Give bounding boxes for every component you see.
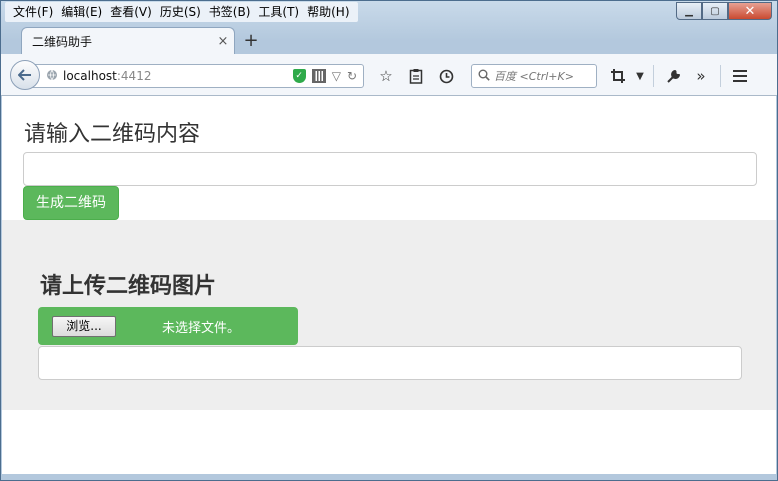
tab-close-icon[interactable]: × — [212, 34, 234, 49]
clock-icon[interactable] — [433, 64, 459, 88]
search-icon — [478, 69, 490, 84]
decoded-result-field[interactable] — [38, 346, 742, 380]
tab-strip: 二维码助手 × + — [1, 23, 777, 55]
browser-window: 文件(F) 编辑(E) 查看(V) 历史(S) 书签(B) 工具(T) 帮助(H… — [0, 0, 778, 481]
url-bar-icons: ✓ ▽ ↻ — [292, 67, 357, 85]
file-status-text: 未选择文件。 — [162, 321, 241, 336]
close-window-button[interactable]: ✕ — [728, 2, 772, 20]
toolbar-icons: ☆ — [373, 64, 459, 88]
shield-check-icon[interactable]: ✓ — [292, 69, 306, 83]
qr-content-input[interactable] — [23, 152, 757, 186]
back-button[interactable] — [10, 60, 40, 90]
url-bar[interactable]: localhost:4412 ✓ ▽ ↻ — [29, 64, 364, 88]
crop-icon[interactable] — [605, 64, 631, 88]
clipboard-icon[interactable] — [403, 64, 429, 88]
page-content: 请输入二维码内容 生成二维码 请上传二维码图片 浏览... 未选择文件。 — [2, 96, 776, 474]
menu-history[interactable]: 历史(S) — [156, 2, 205, 22]
triangle-down-icon[interactable]: ▽ — [332, 69, 341, 83]
tab-qr-helper[interactable]: 二维码助手 × — [21, 27, 235, 55]
generate-heading: 请输入二维码内容 — [24, 122, 201, 147]
menu-view[interactable]: 查看(V) — [106, 2, 156, 22]
new-tab-button[interactable]: + — [241, 31, 261, 51]
tab-title: 二维码助手 — [32, 35, 93, 49]
close-icon: ✕ — [744, 3, 756, 19]
arrow-left-icon — [17, 66, 32, 85]
upload-heading: 请上传二维码图片 — [40, 274, 217, 299]
hamburger-menu-icon[interactable] — [727, 64, 753, 88]
window-controls: ▁ ▢ ✕ — [676, 2, 772, 20]
menu-bar: 文件(F) 编辑(E) 查看(V) 历史(S) 书签(B) 工具(T) 帮助(H… — [5, 2, 358, 22]
chevron-down-icon[interactable]: ▼ — [633, 64, 647, 88]
minimize-icon: ▁ — [685, 5, 693, 17]
menu-edit[interactable]: 编辑(E) — [57, 2, 106, 22]
minimize-button[interactable]: ▁ — [676, 2, 702, 20]
search-bar[interactable]: 百度 <Ctrl+K> — [471, 64, 597, 88]
menu-bookmarks[interactable]: 书签(B) — [205, 2, 255, 22]
toolbar-separator — [653, 65, 654, 87]
right-toolbar-icons: ▼ » — [605, 64, 753, 88]
globe-icon — [46, 69, 58, 84]
generate-qr-button[interactable]: 生成二维码 — [23, 186, 119, 220]
menu-tools[interactable]: 工具(T) — [254, 2, 303, 22]
upload-section: 请上传二维码图片 浏览... 未选择文件。 — [2, 220, 776, 410]
url-host: localhost — [63, 69, 117, 83]
browse-button[interactable]: 浏览... — [52, 316, 116, 337]
navigation-bar: localhost:4412 ✓ ▽ ↻ ☆ 百度 <Ctrl+K> ▼ » — [1, 54, 777, 96]
toolbar-separator — [720, 65, 721, 87]
url-port: :4412 — [116, 69, 152, 83]
wrench-icon[interactable] — [660, 64, 686, 88]
search-placeholder: 百度 <Ctrl+K> — [494, 70, 574, 83]
double-chevron-right-icon[interactable]: » — [688, 64, 714, 88]
file-upload-control[interactable]: 浏览... 未选择文件。 — [38, 307, 298, 345]
menu-help[interactable]: 帮助(H) — [303, 2, 353, 22]
menu-file[interactable]: 文件(F) — [9, 2, 57, 22]
qr-code-icon[interactable] — [311, 69, 326, 83]
maximize-button[interactable]: ▢ — [702, 2, 728, 20]
reload-icon[interactable]: ↻ — [347, 69, 357, 83]
star-icon[interactable]: ☆ — [373, 64, 399, 88]
maximize-icon: ▢ — [710, 5, 720, 17]
